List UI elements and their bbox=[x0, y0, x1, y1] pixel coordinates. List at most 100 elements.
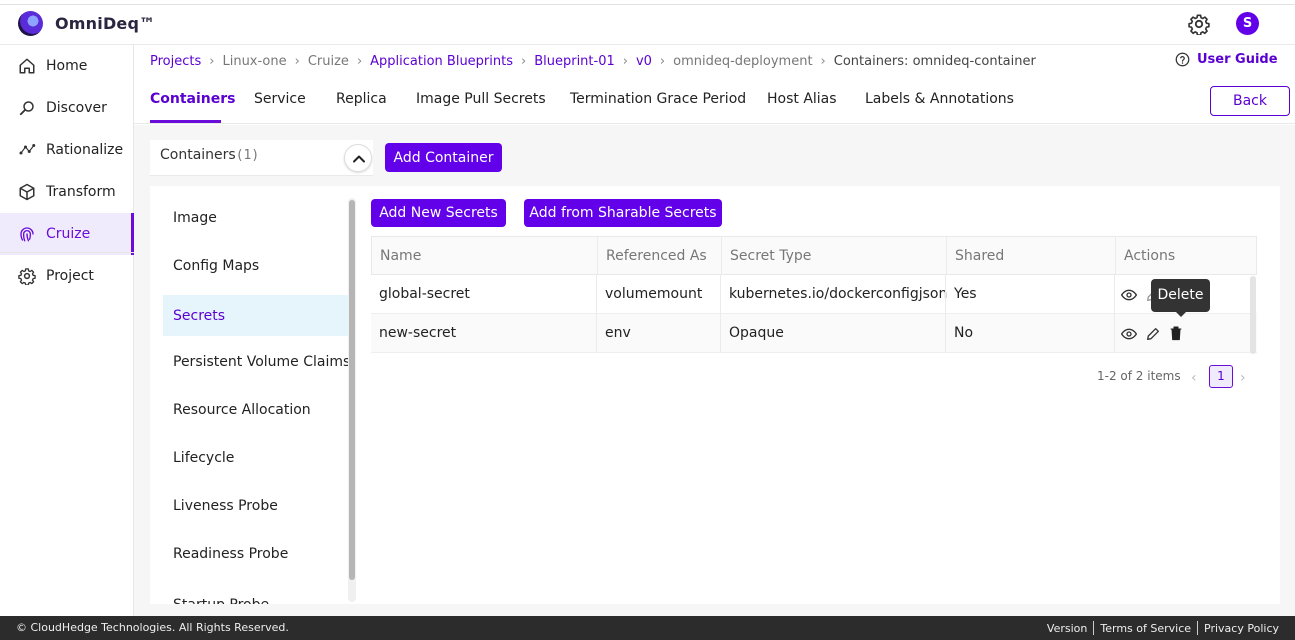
tab-containers[interactable]: Containers bbox=[150, 91, 236, 107]
menu-item-secrets[interactable]: Secrets bbox=[163, 295, 348, 336]
sidebar-item-label: Cruize bbox=[46, 226, 91, 242]
menu-clip: Startup Probe bbox=[163, 584, 348, 605]
breadcrumb-deployment: omnideq-deployment bbox=[673, 53, 813, 69]
column-header-referenced-as: Referenced As bbox=[606, 248, 707, 264]
footer-copyright: © CloudHedge Technologies. All Rights Re… bbox=[16, 621, 289, 634]
menu-item-startup-probe[interactable]: Startup Probe bbox=[163, 584, 348, 605]
delete-trash-icon[interactable] bbox=[1168, 325, 1184, 341]
menu-item-resource-allocation[interactable]: Resource Allocation bbox=[163, 389, 348, 430]
sidebar-item-home[interactable]: Home bbox=[0, 45, 134, 87]
cell-name: new-secret bbox=[379, 325, 457, 341]
breadcrumb-cruize: Cruize bbox=[307, 53, 349, 69]
tab-labels-annotations[interactable]: Labels & Annotations bbox=[865, 91, 1014, 107]
settings-gear-icon[interactable] bbox=[1188, 13, 1210, 35]
app-name: OmniDeq™ bbox=[55, 14, 156, 33]
view-eye-icon[interactable] bbox=[1121, 326, 1137, 342]
add-container-button[interactable]: Add Container bbox=[385, 143, 502, 172]
sidebar: Home Discover Rationalize Transform Crui… bbox=[0, 45, 134, 616]
collapse-button[interactable] bbox=[344, 144, 372, 172]
tab-host-alias[interactable]: Host Alias bbox=[767, 91, 837, 107]
back-button[interactable]: Back bbox=[1210, 86, 1290, 116]
chevron-right-icon: › bbox=[820, 53, 826, 69]
top-bar: OmniDeq™ S bbox=[0, 4, 1295, 45]
cell-referenced-as: volumemount bbox=[605, 286, 703, 302]
containers-header: Containers(1) bbox=[150, 140, 373, 176]
sidebar-item-rationalize[interactable]: Rationalize bbox=[0, 129, 134, 171]
pagination-prev-icon[interactable]: ‹ bbox=[1191, 370, 1197, 386]
sidebar-item-discover[interactable]: Discover bbox=[0, 87, 134, 129]
omnideq-logo-icon bbox=[18, 11, 43, 36]
active-tab-indicator bbox=[150, 120, 221, 123]
cell-secret-type: kubernetes.io/dockerconfigjson bbox=[729, 286, 948, 302]
footer: © CloudHedge Technologies. All Rights Re… bbox=[0, 616, 1295, 640]
table-scrollbar[interactable] bbox=[1250, 276, 1256, 354]
chevron-right-icon: › bbox=[294, 53, 300, 69]
pagination-page[interactable]: 1 bbox=[1209, 365, 1233, 388]
menu-item-readiness-probe[interactable]: Readiness Probe bbox=[163, 533, 348, 574]
help-circle-icon bbox=[1175, 52, 1190, 67]
containers-label: Containers bbox=[160, 147, 236, 163]
breadcrumb-application-blueprints[interactable]: Application Blueprints bbox=[370, 54, 513, 69]
footer-link-version[interactable]: Version bbox=[1047, 622, 1087, 635]
sidebar-item-project[interactable]: Project bbox=[0, 255, 134, 297]
containers-count: (1) bbox=[235, 148, 260, 163]
menu-item-image[interactable]: Image bbox=[163, 197, 348, 238]
sidebar-item-label: Transform bbox=[46, 184, 116, 200]
discover-icon bbox=[19, 101, 34, 116]
tab-image-pull-secrets[interactable]: Image Pull Secrets bbox=[416, 91, 546, 107]
cell-name: global-secret bbox=[379, 286, 470, 302]
sidebar-divider bbox=[0, 252, 134, 253]
rationalize-icon bbox=[19, 144, 36, 155]
add-new-secrets-button[interactable]: Add New Secrets bbox=[371, 199, 506, 227]
menu-item-lifecycle[interactable]: Lifecycle bbox=[163, 437, 348, 478]
menu-scrollbar[interactable] bbox=[348, 198, 356, 602]
footer-divider bbox=[1093, 621, 1095, 635]
brand[interactable]: OmniDeq™ bbox=[18, 11, 155, 36]
breadcrumb-blueprint[interactable]: Blueprint-01 bbox=[534, 54, 615, 69]
footer-link-privacy[interactable]: Privacy Policy bbox=[1204, 622, 1279, 635]
cell-shared: Yes bbox=[954, 286, 977, 302]
cell-shared: No bbox=[954, 325, 974, 341]
cell-secret-type: Opaque bbox=[729, 325, 784, 341]
column-header-name: Name bbox=[380, 248, 422, 264]
fingerprint-icon bbox=[20, 227, 34, 242]
menu-item-config-maps[interactable]: Config Maps bbox=[163, 245, 348, 286]
sidebar-item-cruize[interactable]: Cruize bbox=[0, 213, 134, 255]
breadcrumb: Projects › Linux-one › Cruize › Applicat… bbox=[150, 52, 1036, 70]
table-header: Name Referenced As Secret Type Shared Ac… bbox=[371, 236, 1257, 275]
menu-item-liveness-probe[interactable]: Liveness Probe bbox=[163, 485, 348, 526]
chevron-up-icon bbox=[353, 155, 365, 163]
tab-replica[interactable]: Replica bbox=[336, 91, 387, 107]
breadcrumb-project-name: Linux-one bbox=[222, 53, 287, 69]
pagination-next-icon[interactable]: › bbox=[1240, 370, 1246, 386]
view-eye-icon[interactable] bbox=[1121, 287, 1137, 303]
footer-link-terms[interactable]: Terms of Service bbox=[1100, 622, 1191, 635]
edit-pencil-icon[interactable] bbox=[1145, 326, 1161, 342]
home-icon bbox=[19, 58, 35, 74]
sidebar-item-transform[interactable]: Transform bbox=[0, 171, 134, 213]
user-guide-link[interactable]: User Guide bbox=[1175, 52, 1278, 67]
menu-scrollbar-thumb[interactable] bbox=[349, 200, 355, 580]
sidebar-item-label: Home bbox=[46, 58, 88, 74]
delete-tooltip: Delete bbox=[1151, 279, 1210, 317]
sidebar-item-label: Rationalize bbox=[46, 142, 124, 158]
column-divider bbox=[1114, 314, 1115, 352]
breadcrumb-version[interactable]: v0 bbox=[636, 54, 652, 69]
containers-title: Containers(1) bbox=[160, 147, 259, 163]
breadcrumb-current: Containers: omnideq-container bbox=[833, 53, 1036, 69]
sidebar-item-label: Project bbox=[46, 268, 94, 284]
gear-icon bbox=[18, 268, 36, 285]
tab-bar: Containers Service Replica Image Pull Se… bbox=[134, 80, 1295, 124]
user-guide-label: User Guide bbox=[1197, 52, 1278, 67]
user-avatar[interactable]: S bbox=[1236, 12, 1259, 35]
add-from-sharable-secrets-button[interactable]: Add from Sharable Secrets bbox=[524, 199, 722, 227]
tab-service[interactable]: Service bbox=[254, 91, 306, 107]
cell-referenced-as: env bbox=[605, 325, 631, 341]
menu-item-persistent-volume-claims[interactable]: Persistent Volume Claims bbox=[163, 341, 350, 382]
column-divider bbox=[1114, 275, 1115, 313]
table-row: global-secret volumemount kubernetes.io/… bbox=[371, 275, 1257, 314]
tab-termination-grace-period[interactable]: Termination Grace Period bbox=[570, 91, 746, 107]
table-row: new-secret env Opaque No bbox=[371, 314, 1257, 353]
breadcrumb-projects[interactable]: Projects bbox=[150, 54, 201, 69]
chevron-right-icon: › bbox=[659, 53, 666, 69]
